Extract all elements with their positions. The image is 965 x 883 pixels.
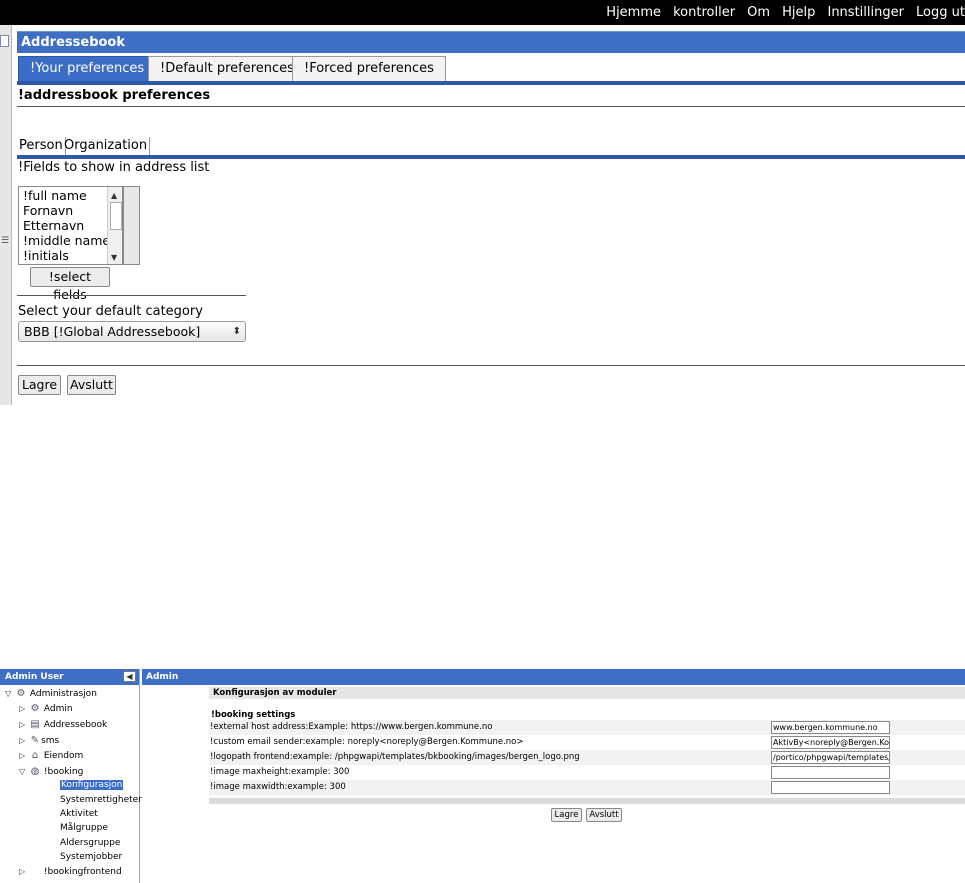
addressbook-panel: Addressebook !Your preferences !Default …: [17, 31, 965, 403]
collapsed-triangle-icon[interactable]: ▷: [19, 720, 29, 729]
sidebar-title: Admin User ◀: [0, 669, 139, 685]
logopath-input[interactable]: /portico/phpgwapi/templates/: [771, 751, 890, 764]
scroll-up-icon[interactable]: ▲: [111, 188, 117, 203]
nav-settings-link[interactable]: Innstillinger: [827, 0, 903, 25]
expanded-triangle-icon[interactable]: ▽: [5, 689, 15, 698]
tree-item-eiendom[interactable]: ▷ ⌂ Eiendom: [19, 750, 83, 761]
gear-icon: ⚙: [30, 703, 40, 714]
subtab-organization[interactable]: Organization: [62, 137, 151, 155]
setting-label: !logopath frontend:example: /phpgwapi/te…: [210, 752, 580, 762]
admin-save-button[interactable]: Lagre: [551, 808, 582, 822]
select-fields-button[interactable]: !select fields: [30, 267, 110, 302]
sidebar-expand-icon[interactable]: [0, 35, 9, 47]
external-host-input[interactable]: www.bergen.kommune.no: [771, 721, 890, 734]
scroll-thumb[interactable]: [110, 202, 122, 230]
nav-help-link[interactable]: Hjelp: [782, 0, 815, 25]
collapsed-triangle-icon[interactable]: ▷: [19, 751, 29, 760]
setting-row-email-sender: !custom email sender:example: noreply<no…: [209, 735, 965, 750]
top-navigation-bar: Hjemme kontroller Om Hjelp Innstillinger…: [0, 0, 965, 25]
setting-row-image-maxheight: !image maxheight:example: 300: [209, 765, 965, 780]
setting-row-external-host: !external host address:Example: https://…: [209, 720, 965, 735]
collapse-icon[interactable]: ◀: [123, 671, 136, 682]
preferences-heading: !addressbook preferences: [18, 88, 211, 103]
cancel-button[interactable]: Avslutt: [67, 375, 116, 395]
setting-row-logopath: !logopath frontend:example: /phpgwapi/te…: [209, 750, 965, 765]
booking-settings-heading: !booking settings: [211, 710, 296, 720]
config-heading: Konfigurasjon av moduler: [209, 687, 965, 699]
tree-item-sms[interactable]: ▷ ✎ sms: [19, 735, 59, 746]
globe-icon: ◍: [30, 766, 40, 777]
tree-item-systemjobber[interactable]: Systemjobber: [60, 852, 122, 862]
main-title: Admin: [142, 669, 965, 685]
setting-row-image-maxwidth: !image maxwidth:example: 300: [209, 780, 965, 795]
tree-item-malgruppe[interactable]: Målgruppe: [60, 823, 108, 833]
divider: [17, 365, 965, 366]
admin-main-panel: Admin Konfigurasjon av moduler !booking …: [142, 669, 965, 883]
collapsed-triangle-icon[interactable]: ▷: [19, 867, 29, 876]
setting-label: !image maxwidth:example: 300: [210, 782, 346, 792]
sidebar-title-text: Admin User: [5, 672, 64, 682]
building-icon: ⌂: [31, 750, 39, 761]
admin-cancel-button[interactable]: Avslutt: [586, 808, 622, 822]
setting-label: !custom email sender:example: noreply<no…: [210, 737, 524, 747]
collapsed-sidebar: ☰: [0, 25, 12, 405]
tab-your-preferences[interactable]: !Your preferences: [18, 56, 157, 81]
tree-item-admin[interactable]: ▷ ⚙ Admin: [19, 703, 73, 714]
preference-tabs: !Your preferences !Default preferences !…: [17, 53, 965, 81]
subtab-person[interactable]: Person: [17, 137, 66, 155]
category-select[interactable]: BBB [!Global Addressebook] ⬍: [18, 321, 246, 342]
setting-label: !external host address:Example: https://…: [210, 722, 493, 732]
addressbook-icon: ▤: [30, 719, 40, 730]
subtabs: Person Organization: [17, 107, 965, 155]
tab-default-preferences[interactable]: !Default preferences: [148, 56, 306, 81]
tree-item-administrasjon[interactable]: ▽ ⚙ Administrasjon: [5, 688, 97, 699]
admin-sidebar: Admin User ◀ ▽ ⚙ Administrasjon ▷ ⚙ Admin …: [0, 669, 142, 883]
email-sender-input[interactable]: AktivBy<noreply@Bergen.Ko: [771, 736, 890, 749]
settings-footer-bar: [209, 798, 965, 804]
fields-label: !Fields to show in address list: [18, 160, 210, 175]
tree-item-aktivitet[interactable]: Aktivitet: [60, 809, 98, 819]
tree-item-aldersgruppe[interactable]: Aldersgruppe: [60, 838, 120, 848]
category-selected-value: BBB [!Global Addressebook]: [24, 324, 201, 339]
gear-icon: ⚙: [16, 688, 26, 699]
tree-item-bookingfrontend[interactable]: ▷ !bookingfrontend: [19, 867, 122, 877]
save-button[interactable]: Lagre: [18, 375, 61, 395]
setting-label: !image maxheight:example: 300: [210, 767, 350, 777]
dropdown-arrows-icon: ⬍: [232, 326, 241, 337]
nav-logout-link[interactable]: Logg ut: [916, 0, 965, 25]
image-maxwidth-input[interactable]: [771, 781, 890, 794]
tree-item-addressebook[interactable]: ▷ ▤ Addressebook: [19, 719, 107, 730]
sidebar-resize-handle-icon[interactable]: ☰: [1, 237, 9, 246]
tree-item-booking[interactable]: ▽ ◍ !booking: [19, 766, 83, 777]
selected-fields-listbox[interactable]: [123, 186, 140, 265]
collapsed-triangle-icon[interactable]: ▷: [19, 704, 29, 713]
tree-item-konfigurasjon[interactable]: Konfigurasjon: [60, 780, 124, 790]
nav-home-link[interactable]: Hjemme: [606, 0, 661, 25]
phone-icon: ✎: [30, 735, 40, 746]
expanded-triangle-icon[interactable]: ▽: [19, 767, 29, 776]
scroll-down-icon[interactable]: ▼: [111, 250, 117, 264]
collapsed-triangle-icon[interactable]: ▷: [19, 736, 29, 745]
tab-forced-preferences[interactable]: !Forced preferences: [292, 56, 446, 81]
fields-listbox[interactable]: !full name Fornavn Etternavn !middle nam…: [18, 186, 123, 265]
listbox-scrollbar[interactable]: ▲ ▼: [107, 187, 122, 264]
divider: [17, 295, 246, 296]
nav-about-link[interactable]: Om: [747, 0, 770, 25]
category-label: Select your default category: [18, 304, 203, 319]
nav-kontroller-link[interactable]: kontroller: [673, 0, 735, 25]
tree-item-systemrettigheter[interactable]: Systemrettigheter: [60, 795, 142, 805]
panel-title: Addressebook: [17, 31, 965, 53]
image-maxheight-input[interactable]: [771, 766, 890, 779]
